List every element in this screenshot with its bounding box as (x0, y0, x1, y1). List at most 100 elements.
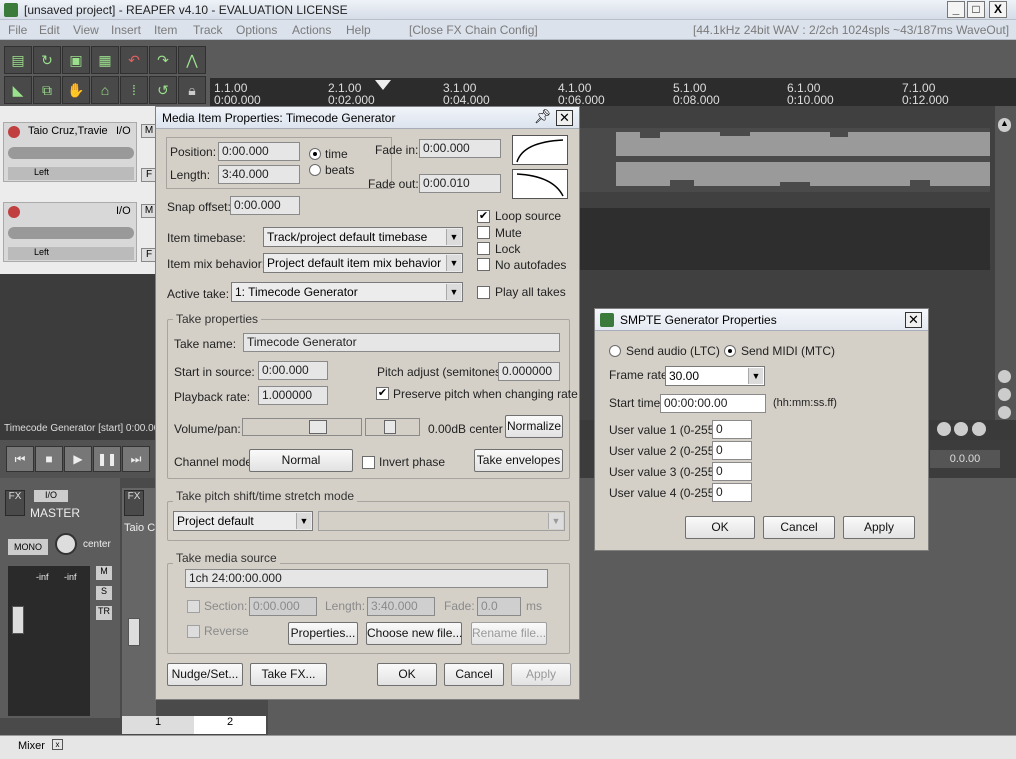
rename-file-button[interactable]: Rename file... (471, 622, 547, 645)
lock-checkbox[interactable] (477, 242, 490, 255)
nudge-set-button[interactable]: Nudge/Set... (167, 663, 243, 686)
rewind-icon[interactable]: ⏮ (6, 446, 34, 472)
properties-button[interactable]: Properties... (288, 622, 358, 645)
zoom-in-icon[interactable] (998, 370, 1011, 383)
mixer-track-fader[interactable] (128, 618, 140, 646)
stop-icon[interactable]: ■ (35, 446, 63, 472)
choose-file-button[interactable]: Choose new file... (366, 622, 462, 645)
menu-file[interactable]: File (8, 23, 27, 37)
open-project-icon[interactable]: ↻ (33, 46, 61, 74)
user-value-1-field[interactable]: 0 (712, 420, 752, 439)
master-fader[interactable] (12, 606, 24, 634)
minimize-button[interactable]: _ (947, 1, 965, 18)
cancel-button[interactable]: Cancel (444, 663, 504, 686)
pitch-submode-select[interactable]: ▼ (318, 511, 565, 531)
master-solo-button[interactable]: S (96, 586, 112, 600)
mixer-channel-2-number[interactable]: 2 (194, 716, 266, 734)
record-arm-icon[interactable] (8, 206, 20, 218)
invert-phase-checkbox[interactable] (362, 456, 375, 469)
timeline-ruler[interactable]: 1.1.00 0:00.000 2.1.00 0:02.000 3.1.00 0:04… (210, 78, 1016, 108)
fade-in-field[interactable]: 0:00.000 (419, 139, 501, 158)
smpte-ok-button[interactable]: OK (685, 516, 755, 539)
track-1-io[interactable]: I/O (116, 125, 131, 137)
pause-icon[interactable]: ❚❚ (93, 446, 121, 472)
track-2-volume-slider[interactable] (8, 227, 134, 239)
time-radio[interactable] (309, 148, 321, 160)
section-fade-field[interactable]: 0.0 (477, 597, 521, 616)
zoom-reset-icon[interactable] (998, 406, 1011, 419)
loop-source-checkbox[interactable]: ✔ (477, 210, 490, 223)
playhead-marker[interactable] (375, 80, 391, 90)
fade-out-field[interactable]: 0:00.010 (419, 174, 501, 193)
section-length-field[interactable]: 3:40.000 (367, 597, 435, 616)
start-source-field[interactable]: 0:00.000 (258, 361, 328, 380)
master-tr-button[interactable]: TR (96, 606, 112, 620)
active-take-select[interactable]: 1: Timecode Generator ▼ (231, 282, 463, 302)
track-1-pan[interactable]: Left (8, 167, 134, 180)
channel-mode-button[interactable]: Normal (249, 449, 353, 472)
pitch-adjust-field[interactable]: 0.000000 (498, 362, 560, 381)
undo-icon[interactable]: ↶ (120, 46, 148, 74)
menu-view[interactable]: View (73, 23, 99, 37)
fade-in-shape-icon[interactable] (512, 135, 568, 165)
track-2-io[interactable]: I/O (116, 205, 131, 217)
close-button[interactable]: X (989, 1, 1007, 18)
new-project-icon[interactable]: ▤ (4, 46, 32, 74)
timebase-select[interactable]: Track/project default timebase ▼ (263, 227, 463, 247)
ok-button[interactable]: OK (377, 663, 437, 686)
master-mute-button[interactable]: M (96, 566, 112, 580)
menu-options[interactable]: Options (236, 23, 277, 37)
length-field[interactable]: 3:40.000 (218, 165, 300, 184)
user-value-3-field[interactable]: 0 (712, 462, 752, 481)
take-volume-slider[interactable] (242, 418, 362, 436)
remove-small-icon[interactable] (972, 422, 986, 436)
loop-icon[interactable]: ↺ (149, 76, 177, 104)
beats-radio[interactable] (309, 164, 321, 176)
mix-behavior-select[interactable]: Project default item mix behavior ▼ (263, 253, 463, 273)
dialog-close-button[interactable]: ✕ (556, 110, 573, 126)
smpte-close-button[interactable]: ✕ (905, 312, 922, 328)
save-project-icon[interactable]: ▣ (62, 46, 90, 74)
pin-icon[interactable]: 📌︎ (534, 108, 552, 125)
crossfade-icon[interactable]: ⌂ (91, 76, 119, 104)
audio-item-waveform[interactable] (580, 128, 990, 192)
timecode-item[interactable] (580, 208, 990, 270)
take-envelopes-button[interactable]: Take envelopes (474, 449, 563, 472)
apply-button[interactable]: Apply (511, 663, 571, 686)
redo-icon[interactable]: ↷ (149, 46, 177, 74)
lock-icon[interactable]: 🔒︎ (178, 76, 206, 104)
master-io-button[interactable]: I/O (34, 490, 68, 502)
take-pan-thumb[interactable] (384, 420, 396, 434)
track-2-pan[interactable]: Left (8, 247, 134, 260)
position-field[interactable]: 0:00.000 (218, 142, 300, 161)
close-tab-icon[interactable]: x (52, 739, 63, 750)
snap-icon[interactable]: ✋ (62, 76, 90, 104)
play-all-takes-checkbox[interactable] (477, 286, 490, 299)
reverse-checkbox[interactable] (187, 625, 200, 638)
preserve-pitch-checkbox[interactable]: ✔ (376, 387, 389, 400)
master-fx-button[interactable]: FX (5, 490, 25, 516)
forward-icon[interactable]: ⏭ (122, 446, 150, 472)
user-value-4-field[interactable]: 0 (712, 483, 752, 502)
normalize-button[interactable]: Normalize (505, 415, 563, 438)
smpte-cancel-button[interactable]: Cancel (763, 516, 835, 539)
record-arm-icon[interactable] (8, 126, 20, 138)
scroll-up-icon[interactable]: ▲ (998, 118, 1011, 132)
mute-checkbox[interactable] (477, 226, 490, 239)
menu-insert[interactable]: Insert (111, 23, 141, 37)
take-name-field[interactable]: Timecode Generator (243, 333, 560, 352)
track-1-name[interactable]: Taio Cruz,Travie (28, 125, 108, 137)
menu-close-fx-chain[interactable]: [Close FX Chain Config] (409, 23, 538, 37)
take-fx-button[interactable]: Take FX... (250, 663, 327, 686)
add-small-icon[interactable] (954, 422, 968, 436)
project-settings-icon[interactable]: ▦ (91, 46, 119, 74)
take-pan-slider[interactable] (365, 418, 420, 436)
track-1-fx-slot[interactable]: FX (124, 490, 144, 516)
menu-item[interactable]: Item (154, 23, 177, 37)
play-icon[interactable]: ▶ (64, 446, 92, 472)
send-audio-radio[interactable] (609, 345, 621, 357)
menu-track[interactable]: Track (193, 23, 223, 37)
play-small-icon[interactable] (937, 422, 951, 436)
frame-rate-select[interactable]: 30.00 ▼ (665, 366, 765, 386)
take-volume-thumb[interactable] (309, 420, 327, 434)
